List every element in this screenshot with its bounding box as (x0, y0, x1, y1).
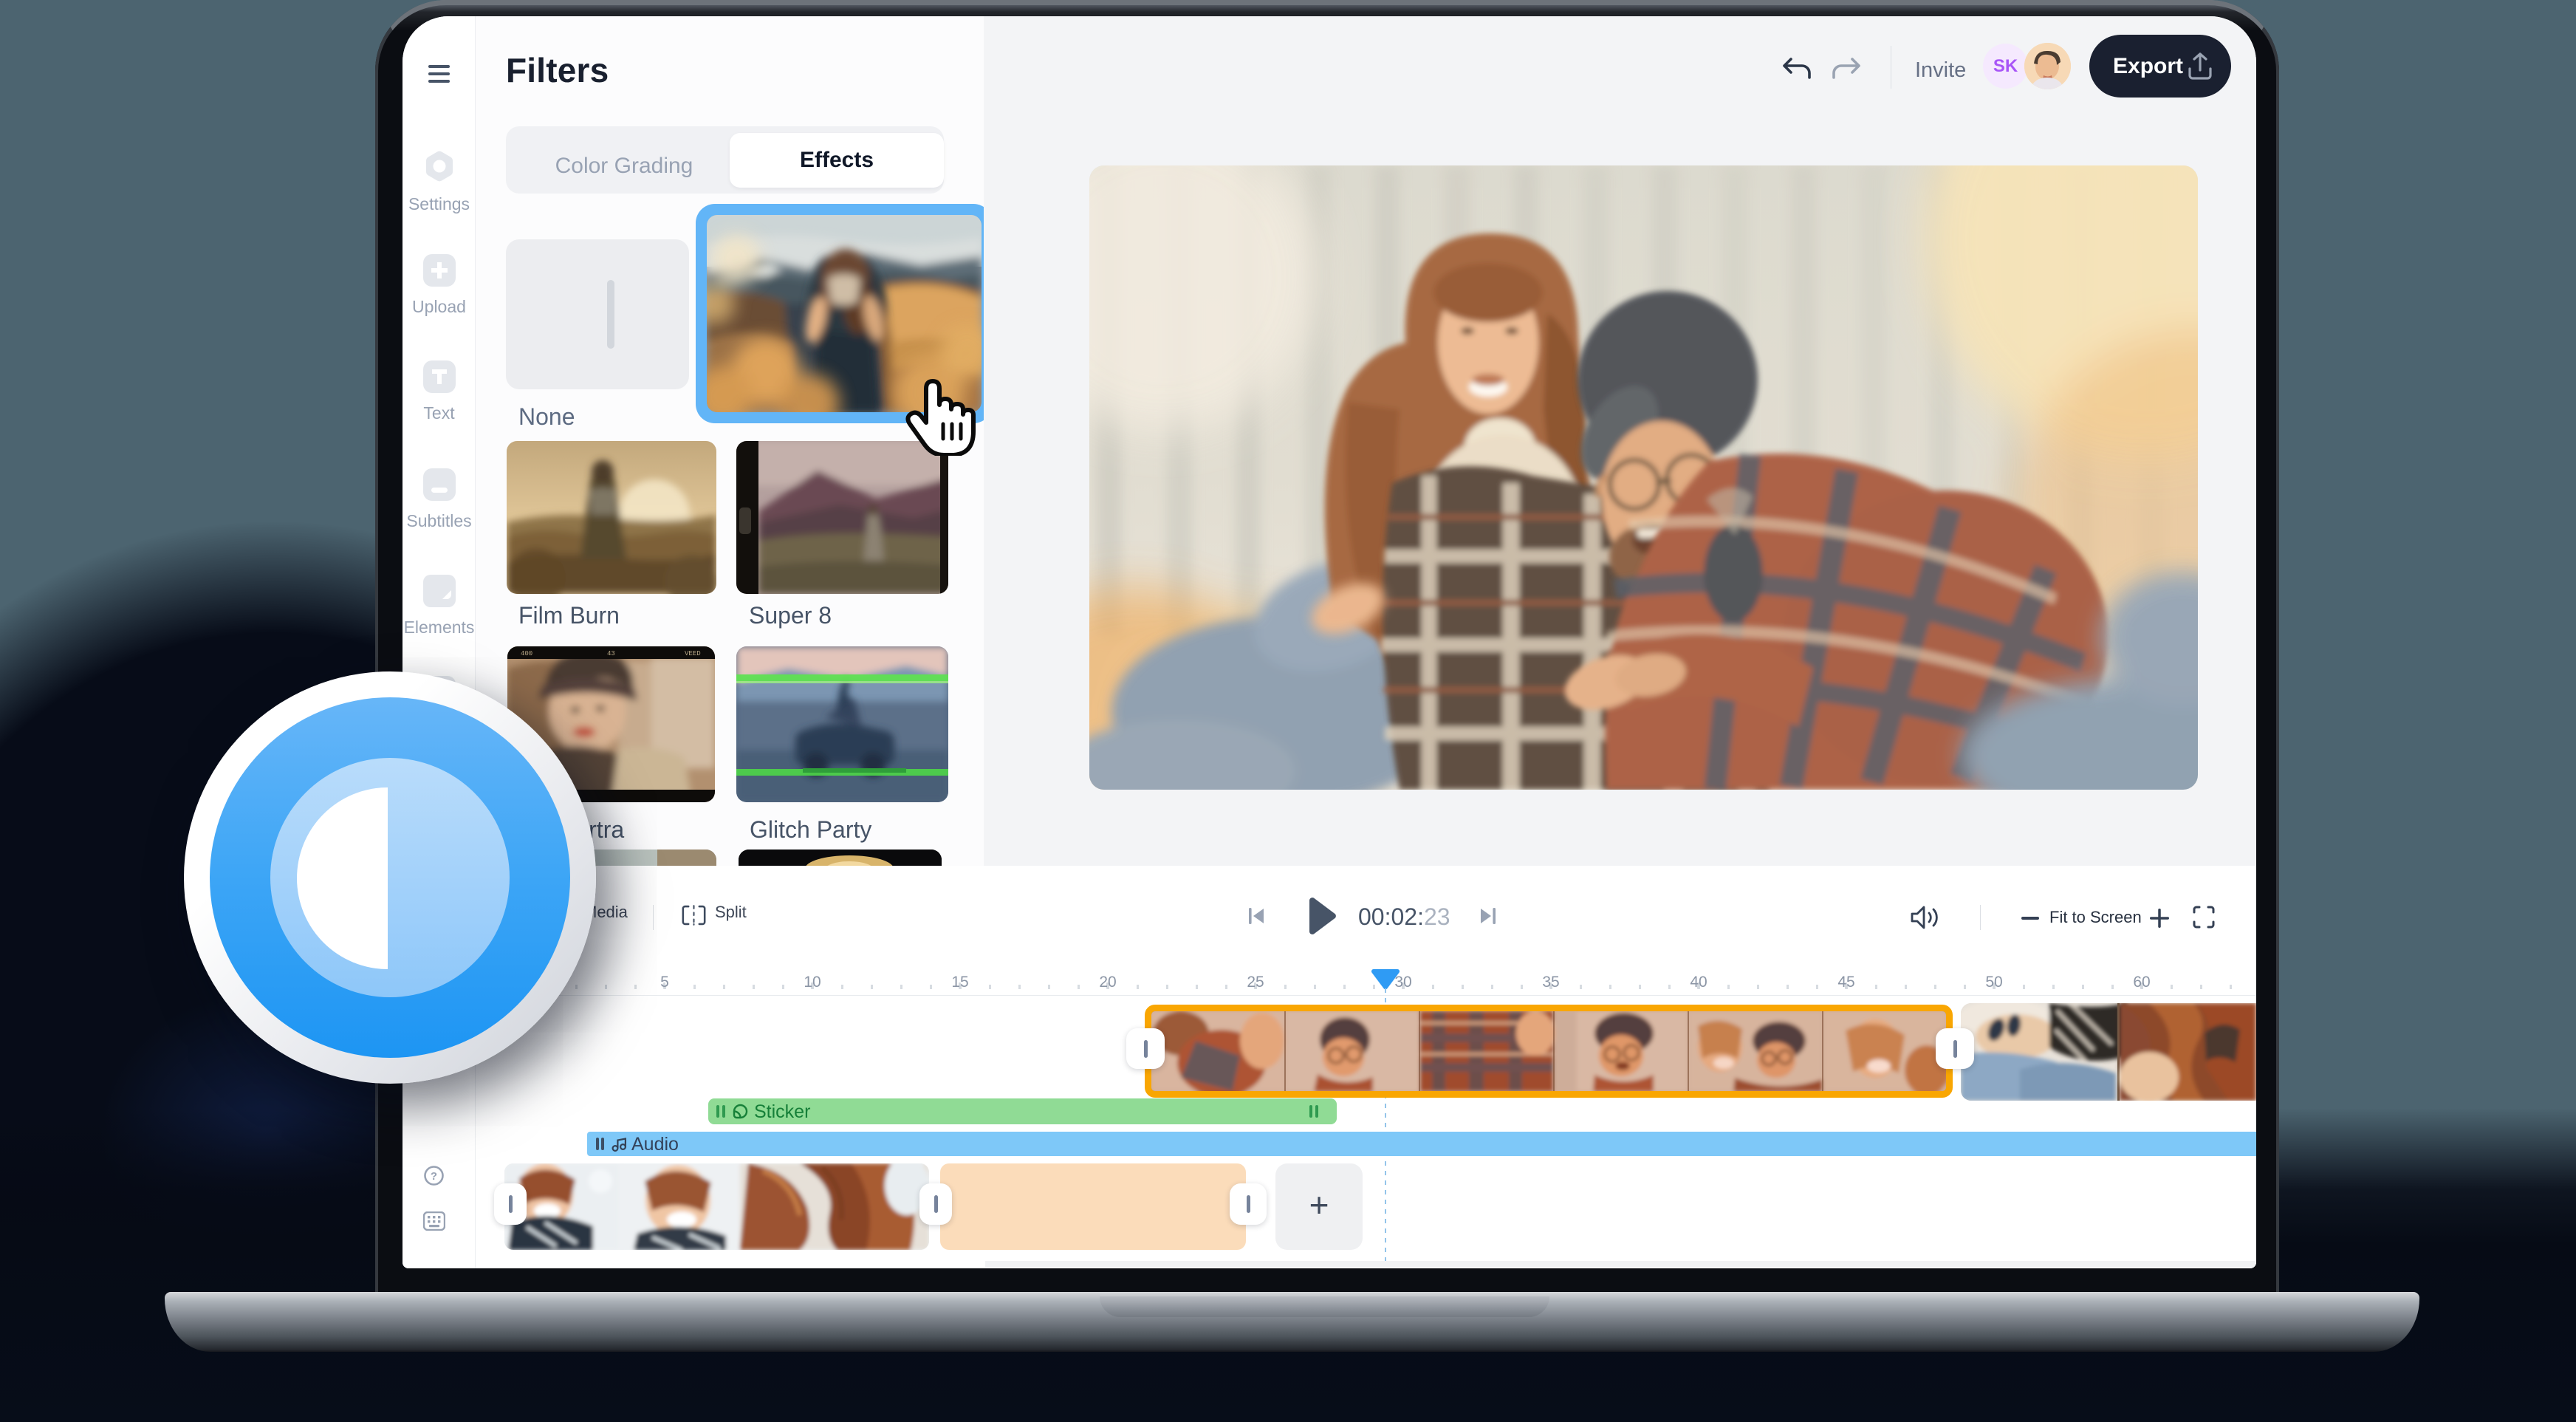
svg-text:400: 400 (521, 650, 532, 657)
svg-text:?: ? (431, 1170, 437, 1183)
svg-text:43: 43 (607, 650, 615, 657)
svg-text:VEED: VEED (685, 650, 701, 657)
